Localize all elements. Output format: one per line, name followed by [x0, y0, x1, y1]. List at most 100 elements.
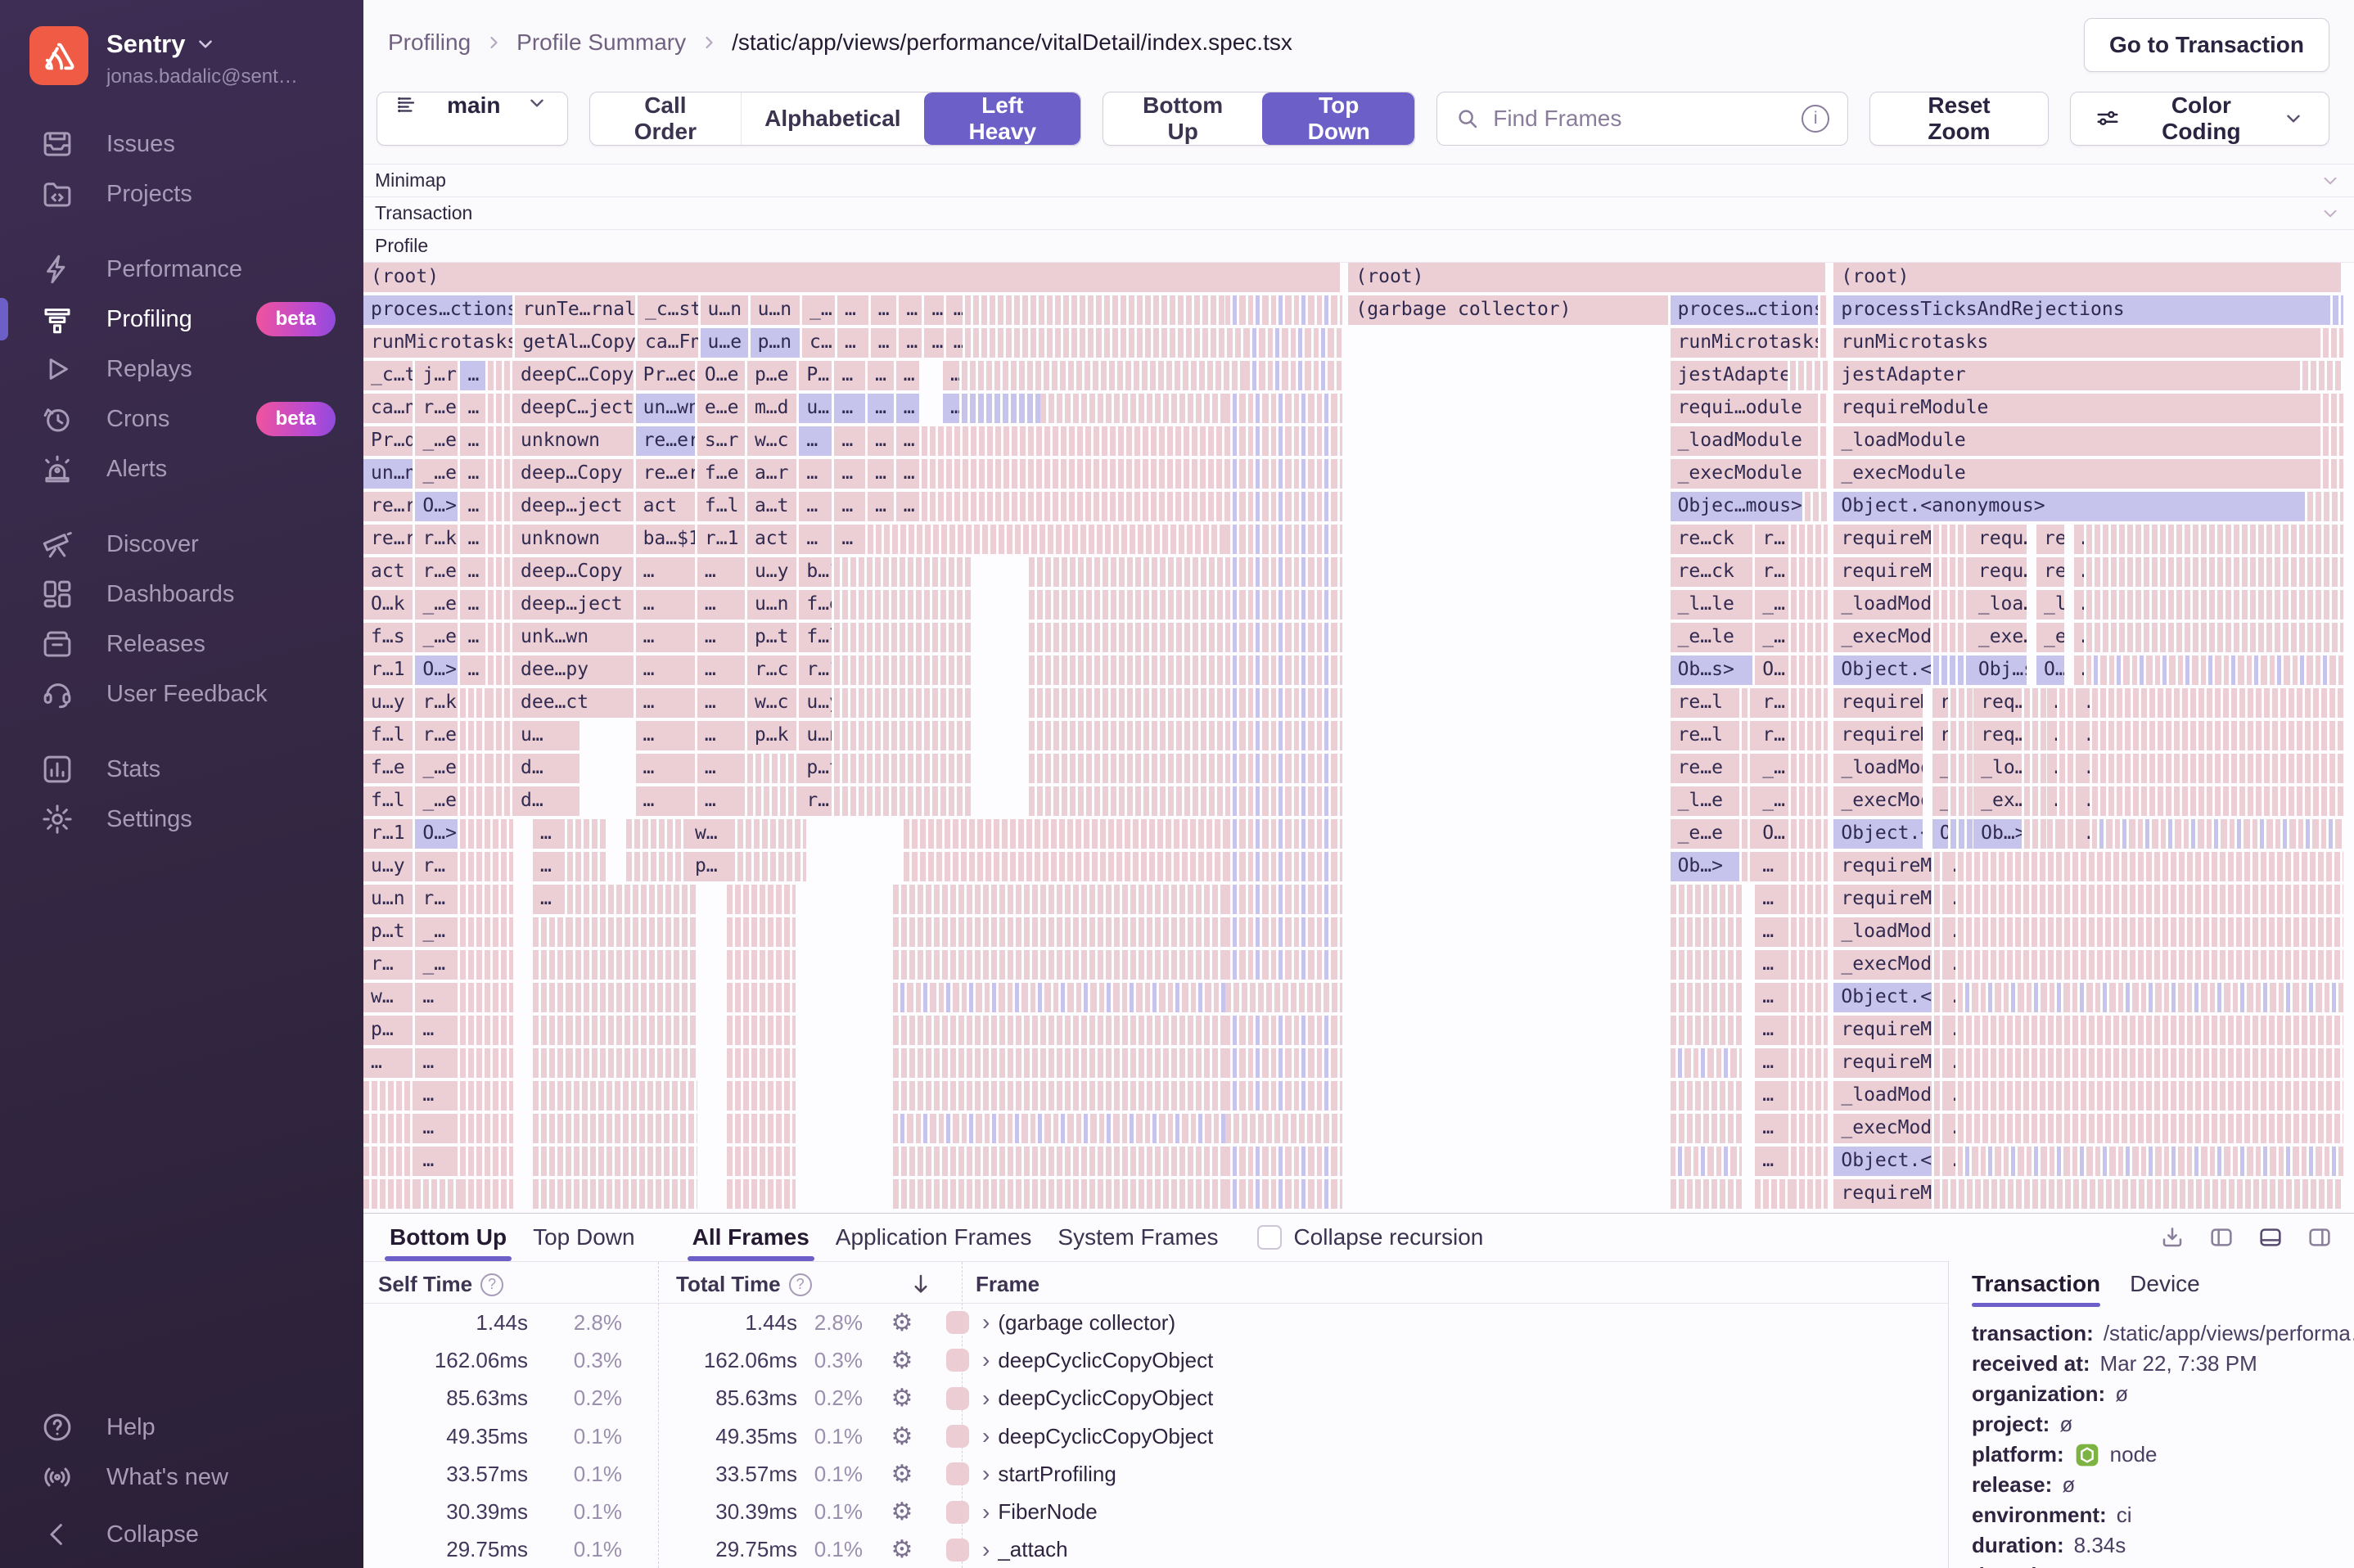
flame-frames-dense[interactable]	[1670, 1016, 1743, 1048]
search-input[interactable]	[1493, 106, 1789, 132]
flame-frames-dense[interactable]	[487, 786, 514, 819]
flame-frame[interactable]: …	[868, 492, 896, 525]
flame-frames-dense[interactable]	[1224, 721, 1343, 754]
flame-frame[interactable]: requi…odule	[1670, 394, 1820, 426]
flame-frame[interactable]: Object.<anonymous>	[1833, 492, 2308, 525]
flame-frame[interactable]: u…y	[363, 688, 416, 721]
flame-frames-dense[interactable]	[961, 361, 1245, 394]
view-bottom-up-button[interactable]: Bottom Up	[1103, 92, 1262, 145]
flame-frame[interactable]: f…l	[363, 721, 416, 754]
flame-frames-dense[interactable]	[2086, 590, 2343, 623]
flame-frame[interactable]: Object.<anonymous>	[1833, 1147, 1934, 1179]
flame-frame[interactable]: …	[945, 295, 965, 328]
sidebar-item-stats[interactable]: Stats	[0, 745, 363, 794]
tab-system-frames[interactable]: System Frames	[1044, 1214, 1231, 1261]
sidebar-item-help[interactable]: Help	[0, 1403, 363, 1452]
layout-right-panel-icon[interactable]	[2307, 1224, 2333, 1250]
flame-frames-dense[interactable]	[1029, 786, 1225, 819]
flame-frame[interactable]: requ…ule	[1970, 557, 2029, 590]
flame-frames-dense[interactable]	[726, 917, 796, 950]
flame-frames-dense[interactable]	[1790, 1016, 1829, 1048]
flame-frames-dense[interactable]	[1790, 557, 1829, 590]
flame-frame[interactable]: p…e	[746, 361, 800, 394]
flame-frames-dense[interactable]	[1742, 852, 1756, 885]
flame-frames-dense[interactable]	[1950, 786, 1974, 819]
flame-frames-dense[interactable]	[487, 623, 514, 656]
flame-frame[interactable]: unk…wn	[513, 623, 636, 656]
flame-frames-dense[interactable]	[737, 819, 806, 852]
flame-frames-dense[interactable]	[1790, 590, 1829, 623]
flame-frames-dense[interactable]	[363, 1147, 416, 1179]
flame-frames-dense[interactable]	[1224, 754, 1343, 786]
flame-frame[interactable]: _loa…ule	[1970, 590, 2029, 623]
flame-frame[interactable]: …	[415, 1048, 461, 1081]
sidebar-item-settings[interactable]: Settings	[0, 795, 363, 844]
flame-frame[interactable]: …	[635, 557, 697, 590]
flame-frame[interactable]: …	[1946, 885, 1959, 917]
flame-frame[interactable]: u…y	[746, 557, 800, 590]
flame-frames-dense[interactable]	[1958, 917, 2343, 950]
section-row-transaction[interactable]: Transaction	[363, 196, 2354, 229]
flame-frame[interactable]: un…wn	[635, 394, 697, 426]
flame-frames-dense[interactable]	[921, 492, 1225, 525]
sorting-left-heavy-button[interactable]: Left Heavy	[923, 92, 1080, 145]
flame-frames-dense[interactable]	[2047, 819, 2059, 852]
flame-frame[interactable]: w…c	[746, 426, 800, 459]
flame-frames-dense[interactable]	[746, 786, 800, 819]
flame-frames-dense[interactable]	[1933, 950, 1946, 983]
flame-frames-dense[interactable]	[1670, 1048, 1743, 1081]
flame-frame[interactable]: r…	[1755, 688, 1791, 721]
flame-frame[interactable]: Objec…mous>	[1670, 492, 1805, 525]
flame-frame[interactable]: f…l	[799, 623, 835, 656]
flame-frame[interactable]: u…n	[746, 590, 800, 623]
flame-frame[interactable]: deep…Copy	[513, 459, 636, 492]
flame-frames-dense[interactable]	[726, 950, 796, 983]
flame-frames-dense[interactable]	[1790, 656, 1829, 688]
flame-frame[interactable]: u…y	[363, 852, 416, 885]
color-coding-button[interactable]: Color Coding	[2069, 92, 2329, 146]
flame-frames-dense[interactable]	[921, 459, 1225, 492]
flame-frame[interactable]: j…r	[415, 361, 461, 394]
flame-frame[interactable]: r…	[415, 885, 461, 917]
flame-frames-dense[interactable]	[1790, 1179, 1829, 1212]
flame-frame[interactable]: _execModule	[1833, 1114, 1934, 1147]
flame-frame[interactable]: …	[415, 1114, 461, 1147]
flame-frame[interactable]: _loadModule	[1833, 754, 1925, 786]
flame-frames-dense[interactable]	[1224, 295, 1343, 328]
flame-frames-dense[interactable]	[2024, 786, 2048, 819]
flame-frames-dense[interactable]	[904, 819, 1225, 852]
flame-frame[interactable]: …	[635, 623, 697, 656]
flame-frame[interactable]: req…ck	[1973, 688, 2025, 721]
flame-frame[interactable]: (root)	[1833, 263, 2343, 295]
layout-bottom-panel-icon[interactable]	[2257, 1224, 2284, 1250]
flame-frame[interactable]: a…t	[746, 492, 800, 525]
flame-frame[interactable]: …	[2074, 525, 2087, 557]
flame-frame[interactable]: r…	[1755, 557, 1791, 590]
flame-frames-dense[interactable]	[1039, 394, 1225, 426]
flame-frames-dense[interactable]	[1742, 754, 1756, 786]
flame-frames-dense[interactable]	[1029, 590, 1225, 623]
flame-frame[interactable]: m…d	[746, 394, 800, 426]
chevron-down-icon[interactable]	[2320, 170, 2341, 191]
flame-frames-dense[interactable]	[1224, 426, 1343, 459]
flame-frames-dense[interactable]	[532, 1048, 567, 1081]
flame-frame[interactable]: …	[460, 590, 488, 623]
flame-frame[interactable]: p…t	[799, 754, 835, 786]
tab-bottom-up[interactable]: Bottom Up	[377, 1214, 520, 1261]
flame-frames-dense[interactable]	[460, 786, 488, 819]
flame-frame[interactable]: _…	[801, 295, 838, 328]
flame-frames-dense[interactable]	[904, 852, 1225, 885]
flame-frame[interactable]: re…r	[363, 492, 416, 525]
sidebar-item-crons[interactable]: Crons beta	[0, 394, 363, 444]
flame-frames-dense[interactable]	[893, 950, 1225, 983]
flame-frame[interactable]: Ob…>	[1670, 852, 1743, 885]
flame-frames-dense[interactable]	[726, 1114, 796, 1147]
flame-frame[interactable]: _c…t	[363, 361, 416, 394]
flame-frames-dense[interactable]	[1933, 656, 1971, 688]
flame-frames-dense[interactable]	[1933, 557, 1971, 590]
flame-frames-dense[interactable]	[460, 754, 488, 786]
table-row[interactable]: 30.39ms 0.1% 30.39ms 0.1% ⚙ › FiberNode	[363, 1493, 1948, 1530]
flame-frames-dense[interactable]	[532, 1016, 567, 1048]
flame-frame[interactable]: …	[2074, 656, 2087, 688]
flame-frames-dense[interactable]	[834, 623, 971, 656]
